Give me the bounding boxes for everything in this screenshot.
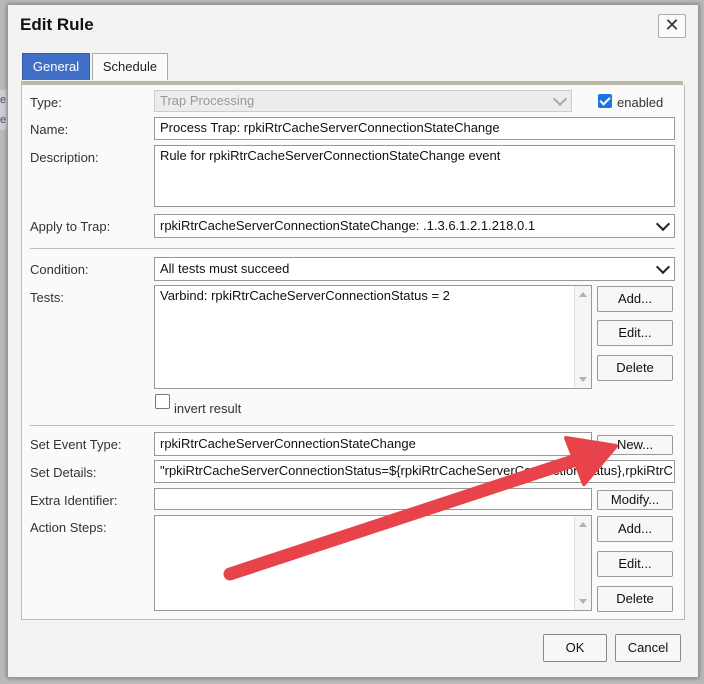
list-item[interactable]: Varbind: rpkiRtrCacheServerConnectionSta…	[160, 288, 586, 303]
general-panel: Type: Trap Processing enabled Name: Proc…	[21, 85, 685, 620]
tests-scrollbar[interactable]	[574, 286, 591, 388]
condition-label: Condition:	[30, 262, 89, 277]
apply-to-trap-label: Apply to Trap:	[30, 219, 111, 234]
name-label: Name:	[30, 122, 69, 137]
enabled-label: enabled	[617, 95, 664, 110]
action-steps-label: Action Steps:	[30, 520, 107, 535]
set-details-label: Set Details:	[30, 465, 97, 480]
tests-list[interactable]: Varbind: rpkiRtrCacheServerConnectionSta…	[154, 285, 592, 389]
modify-button[interactable]: Modify...	[597, 490, 673, 510]
action-steps-delete-button[interactable]: Delete	[597, 586, 673, 612]
scroll-up-icon[interactable]	[579, 522, 587, 527]
apply-to-trap-select[interactable]: rpkiRtrCacheServerConnectionStateChange:…	[154, 214, 675, 238]
extra-identifier-label: Extra Identifier:	[30, 493, 118, 508]
scroll-down-icon[interactable]	[579, 377, 587, 382]
scroll-up-icon[interactable]	[579, 292, 587, 297]
new-event-type-button[interactable]: New...	[597, 435, 673, 455]
tests-label: Tests:	[30, 290, 64, 305]
chevron-down-icon	[552, 91, 568, 107]
dialog-title: Edit Rule	[20, 15, 94, 34]
apply-to-trap-value: rpkiRtrCacheServerConnectionStateChange:…	[160, 218, 536, 233]
action-steps-edit-button[interactable]: Edit...	[597, 551, 673, 577]
condition-select[interactable]: All tests must succeed	[154, 257, 675, 281]
invert-result-label: invert result	[174, 401, 242, 416]
action-steps-add-button[interactable]: Add...	[597, 516, 673, 542]
close-icon[interactable]: ✕	[658, 14, 686, 38]
set-details-input[interactable]: "rpkiRtrCacheServerConnectionStatus=${rp…	[154, 460, 675, 483]
condition-value: All tests must succeed	[160, 261, 290, 276]
edit-rule-dialog: Edit Rule ✕ General Schedule Type: Trap …	[7, 4, 699, 678]
name-input[interactable]: Process Trap: rpkiRtrCacheServerConnecti…	[154, 117, 675, 140]
description-textarea[interactable]: Rule for rpkiRtrCacheServerConnectionSta…	[154, 145, 675, 207]
cancel-button[interactable]: Cancel	[615, 634, 681, 662]
extra-identifier-input[interactable]	[154, 488, 592, 510]
ok-button[interactable]: OK	[543, 634, 607, 662]
section-divider	[30, 425, 675, 426]
section-divider	[30, 248, 675, 249]
type-select[interactable]: Trap Processing	[154, 90, 572, 112]
type-label: Type:	[30, 95, 62, 110]
dialog-titlebar: Edit Rule ✕	[8, 5, 698, 43]
chevron-down-icon	[655, 216, 671, 232]
description-label: Description:	[30, 150, 99, 165]
tests-add-button[interactable]: Add...	[597, 286, 673, 312]
action-steps-scrollbar[interactable]	[574, 516, 591, 610]
chevron-down-icon	[655, 259, 671, 275]
invert-result-checkbox[interactable]	[155, 394, 170, 409]
tests-delete-button[interactable]: Delete	[597, 355, 673, 381]
tab-general[interactable]: General	[22, 53, 90, 80]
enabled-checkbox[interactable]	[598, 94, 612, 108]
set-event-type-input[interactable]: rpkiRtrCacheServerConnectionStateChange	[154, 432, 592, 456]
tab-schedule[interactable]: Schedule	[92, 53, 168, 80]
tests-edit-button[interactable]: Edit...	[597, 320, 673, 346]
type-value: Trap Processing	[160, 93, 255, 108]
scroll-down-icon[interactable]	[579, 599, 587, 604]
action-steps-list[interactable]	[154, 515, 592, 611]
set-event-type-label: Set Event Type:	[30, 437, 122, 452]
